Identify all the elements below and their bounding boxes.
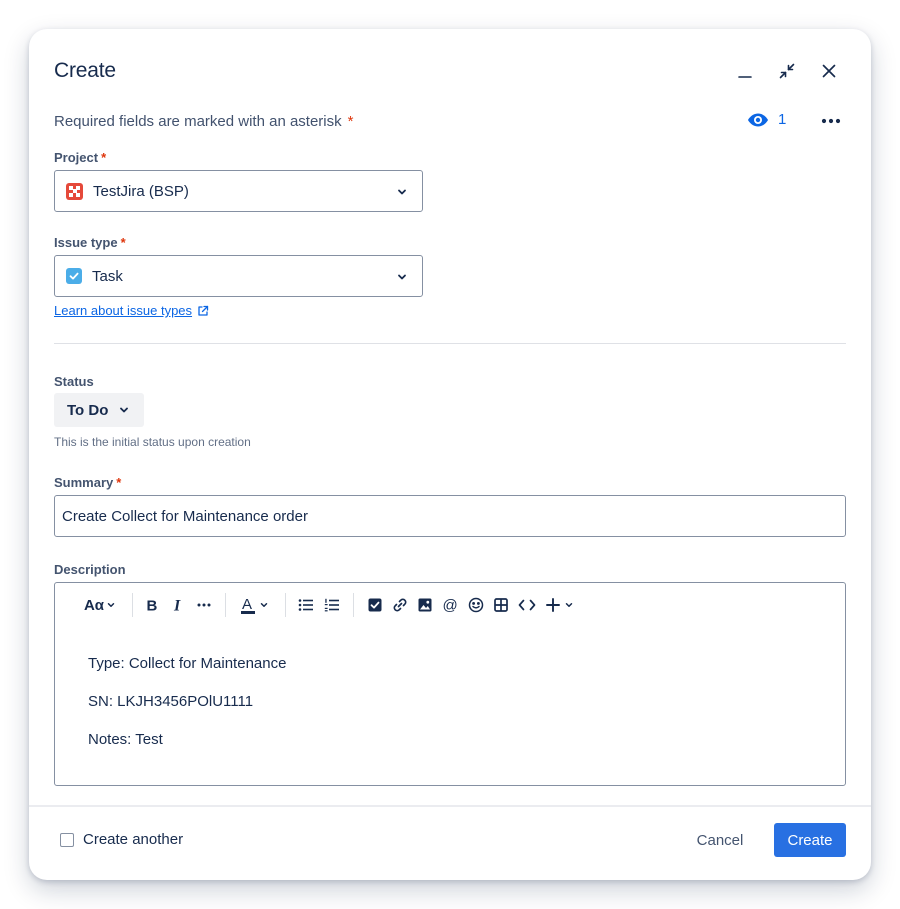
minimize-button[interactable]: [733, 59, 757, 83]
more-icon: [821, 118, 841, 124]
text-color-button[interactable]: A: [237, 595, 271, 615]
text-style-label: Aα: [83, 596, 105, 614]
learn-issue-types-text: Learn about issue types: [54, 303, 193, 318]
close-button[interactable]: [817, 59, 841, 83]
code-snippet-button[interactable]: [517, 595, 537, 615]
create-button[interactable]: Create: [774, 823, 846, 857]
summary-required-asterisk: *: [116, 475, 122, 490]
cancel-button[interactable]: Cancel: [685, 823, 755, 857]
action-item-button[interactable]: [366, 595, 384, 615]
required-asterisk: *: [347, 113, 354, 130]
more-formatting-icon: [197, 603, 211, 607]
numbered-list-icon: [324, 598, 339, 612]
emoji-icon: [468, 597, 484, 613]
task-icon: [66, 268, 82, 284]
chevron-down-icon: [107, 603, 115, 607]
modal-title: Create: [54, 59, 116, 82]
create-another-label[interactable]: Create another: [83, 831, 183, 848]
link-button[interactable]: [391, 595, 409, 615]
create-another-checkbox[interactable]: [60, 833, 74, 847]
numbered-list-button[interactable]: [323, 595, 341, 615]
project-label-text: Project: [54, 150, 99, 165]
learn-issue-types-link[interactable]: Learn about issue types: [54, 303, 209, 318]
issue-type-required-asterisk: *: [120, 235, 126, 250]
svg-text:A: A: [242, 596, 252, 613]
project-label: Project *: [54, 150, 106, 165]
text-color-icon: A: [240, 596, 255, 614]
status-value: To Do: [67, 401, 109, 419]
svg-text:I: I: [173, 598, 181, 614]
bullet-list-icon: [298, 599, 313, 611]
bold-icon: B: [147, 598, 158, 614]
italic-button[interactable]: I: [169, 595, 187, 615]
checkbox-checked-icon: [368, 598, 382, 612]
issue-type-select[interactable]: Task: [54, 255, 423, 297]
more-actions-button[interactable]: [819, 113, 843, 129]
required-fields-note: Required fields are marked with an aster…: [54, 113, 353, 130]
table-button[interactable]: [492, 595, 510, 615]
issue-type-label: Issue type *: [54, 235, 126, 250]
eye-icon: [748, 113, 768, 126]
project-required-asterisk: *: [101, 150, 107, 165]
required-note-text: Required fields are marked with an aster…: [54, 113, 342, 130]
bullet-list-button[interactable]: [297, 595, 315, 615]
issue-type-label-text: Issue type: [54, 235, 118, 250]
link-icon: [393, 598, 407, 612]
svg-text:B: B: [147, 598, 158, 614]
status-dropdown-button[interactable]: To Do: [54, 393, 144, 427]
footer-divider: [29, 805, 871, 807]
issue-type-select-value: Task: [92, 267, 123, 285]
chevron-down-icon: [260, 603, 267, 607]
summary-input[interactable]: [54, 495, 846, 537]
bold-button[interactable]: B: [143, 595, 161, 615]
project-select-value: TestJira (BSP): [93, 182, 189, 200]
status-helper-text: This is the initial status upon creation: [54, 435, 251, 449]
chevron-down-icon: [565, 603, 573, 607]
watchers-count: 1: [778, 111, 787, 128]
minimize-icon: [738, 76, 752, 78]
close-icon: [822, 64, 836, 78]
italic-icon: I: [173, 598, 181, 614]
watchers-button[interactable]: 1: [747, 111, 786, 128]
mention-icon: @: [443, 597, 458, 613]
collapse-arrows-icon: [779, 63, 795, 79]
project-avatar-icon: [66, 182, 83, 200]
plus-icon: [546, 598, 560, 612]
chevron-down-icon: [398, 274, 406, 280]
collapse-button[interactable]: [775, 59, 799, 83]
description-line-notes: Notes: Test: [88, 731, 163, 748]
svg-text:@: @: [443, 597, 458, 613]
external-link-icon: [198, 305, 209, 316]
section-divider: [54, 343, 846, 344]
description-editor[interactable]: Aα B I A @ Type: Collect for Maintenance…: [54, 582, 846, 786]
insert-more-button[interactable]: [543, 595, 577, 615]
description-label: Description: [54, 562, 126, 577]
emoji-button[interactable]: [467, 595, 485, 615]
description-line-type: Type: Collect for Maintenance: [88, 655, 287, 672]
create-issue-modal: Create Required fields are marked with a…: [29, 29, 871, 880]
project-select[interactable]: TestJira (BSP): [54, 170, 423, 212]
text-style-button[interactable]: Aα: [83, 595, 117, 615]
table-icon: [494, 598, 508, 612]
mention-button[interactable]: @: [441, 595, 459, 615]
editor-toolbar: Aα B I A @: [55, 583, 845, 627]
chevron-down-icon: [120, 407, 129, 413]
summary-label-text: Summary: [54, 475, 114, 490]
description-line-sn: SN: LKJH3456POlU1111: [88, 693, 254, 710]
summary-label: Summary *: [54, 475, 121, 490]
more-formatting-button[interactable]: [194, 595, 214, 615]
image-button[interactable]: [416, 595, 434, 615]
chevron-down-icon: [398, 189, 406, 195]
image-icon: [418, 598, 432, 612]
status-label: Status: [54, 374, 94, 389]
code-icon: [518, 599, 536, 611]
